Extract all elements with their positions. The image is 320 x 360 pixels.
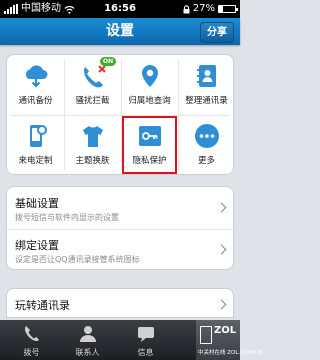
list-item-basic-settings[interactable]: 基础设置 拨号短信与软件内显示的设置 bbox=[7, 187, 233, 229]
share-button[interactable]: 分享 bbox=[200, 22, 234, 43]
feature-grid: 通讯备份 ON 骚扰拦截 归属地查询 整理通讯录 来电定制 主题换肤 隐私保护 … bbox=[6, 54, 234, 175]
tab-label: 信息 bbox=[137, 348, 154, 357]
grid-item-theme[interactable]: 主题换肤 bbox=[64, 115, 121, 174]
list-item-bind-settings[interactable]: 绑定设置 设定是否让QQ通讯录接管系统图标 bbox=[7, 229, 233, 271]
lock-icon bbox=[183, 4, 190, 13]
contacts-icon bbox=[79, 326, 96, 342]
grid-item-organize[interactable]: 整理通讯录 bbox=[178, 55, 233, 115]
row-subtitle: 拨号短信与软件内显示的设置 bbox=[15, 213, 119, 222]
chevron-right-icon bbox=[216, 299, 227, 310]
grid-item-label: 主题换肤 bbox=[75, 156, 110, 166]
cloud-sync-icon bbox=[25, 65, 47, 88]
status-bar: 中国移动 16:56 27% bbox=[0, 0, 240, 18]
zol-logo-icon bbox=[200, 326, 212, 344]
title-bar: 设置 分享 bbox=[0, 18, 240, 45]
chevron-right-icon bbox=[216, 202, 227, 213]
grid-item-location[interactable]: 归属地查询 bbox=[121, 55, 178, 115]
row-title: 绑定设置 bbox=[15, 239, 59, 252]
contacts-book-icon bbox=[196, 65, 216, 87]
phone-icon bbox=[24, 326, 39, 341]
list-item-explore[interactable]: 玩转通讯录 bbox=[7, 289, 233, 319]
tab-contacts[interactable]: 联系人 bbox=[60, 320, 115, 360]
zol-watermark: ZOL 中关村在线 ZOL.COM.CN bbox=[196, 320, 263, 360]
message-icon bbox=[137, 327, 154, 342]
grid-item-label: 通讯备份 bbox=[18, 96, 53, 106]
on-badge: ON bbox=[100, 57, 117, 66]
status-right: 27% bbox=[183, 0, 238, 18]
settings-card: 基础设置 拨号短信与软件内显示的设置 绑定设置 设定是否让QQ通讯录接管系统图标 bbox=[6, 186, 234, 270]
phone-gear-icon bbox=[29, 125, 47, 147]
grid-item-label: 更多 bbox=[197, 156, 215, 166]
grid-item-backup[interactable]: 通讯备份 bbox=[7, 55, 64, 115]
grid-item-label: 归属地查询 bbox=[128, 96, 171, 106]
explore-card: 玩转通讯录 bbox=[6, 288, 234, 318]
tab-dial[interactable]: 拨号 bbox=[4, 320, 59, 360]
grid-item-more[interactable]: 更多 bbox=[178, 115, 233, 174]
more-dots-icon bbox=[194, 124, 219, 148]
watermark-text: 中关村在线 ZOL.COM.CN bbox=[198, 350, 263, 356]
watermark-brand: ZOL bbox=[214, 325, 237, 336]
row-title: 玩转通讯录 bbox=[15, 299, 70, 312]
location-pin-icon bbox=[141, 65, 158, 87]
tab-messages[interactable]: 信息 bbox=[118, 320, 173, 360]
chevron-right-icon bbox=[216, 244, 227, 255]
grid-item-label: 来电定制 bbox=[18, 156, 53, 166]
row-subtitle: 设定是否让QQ通讯录接管系统图标 bbox=[15, 255, 140, 264]
tab-label: 拨号 bbox=[23, 348, 40, 357]
tshirt-icon bbox=[82, 126, 103, 147]
tab-label: 联系人 bbox=[75, 348, 100, 357]
grid-item-label: 整理通讯录 bbox=[185, 96, 228, 106]
grid-item-block[interactable]: ON 骚扰拦截 bbox=[64, 55, 121, 115]
grid-item-call-custom[interactable]: 来电定制 bbox=[7, 115, 64, 174]
tab-bar: 拨号 联系人 信息 ZOL 中关村在线 ZOL.COM.CN bbox=[0, 320, 263, 360]
phone-block-icon bbox=[83, 65, 106, 88]
row-title: 基础设置 bbox=[15, 197, 59, 210]
privacy-highlight-box bbox=[122, 116, 177, 174]
grid-item-label: 骚扰拦截 bbox=[75, 96, 110, 106]
battery-icon bbox=[218, 5, 238, 13]
battery-percent: 27% bbox=[192, 3, 215, 14]
